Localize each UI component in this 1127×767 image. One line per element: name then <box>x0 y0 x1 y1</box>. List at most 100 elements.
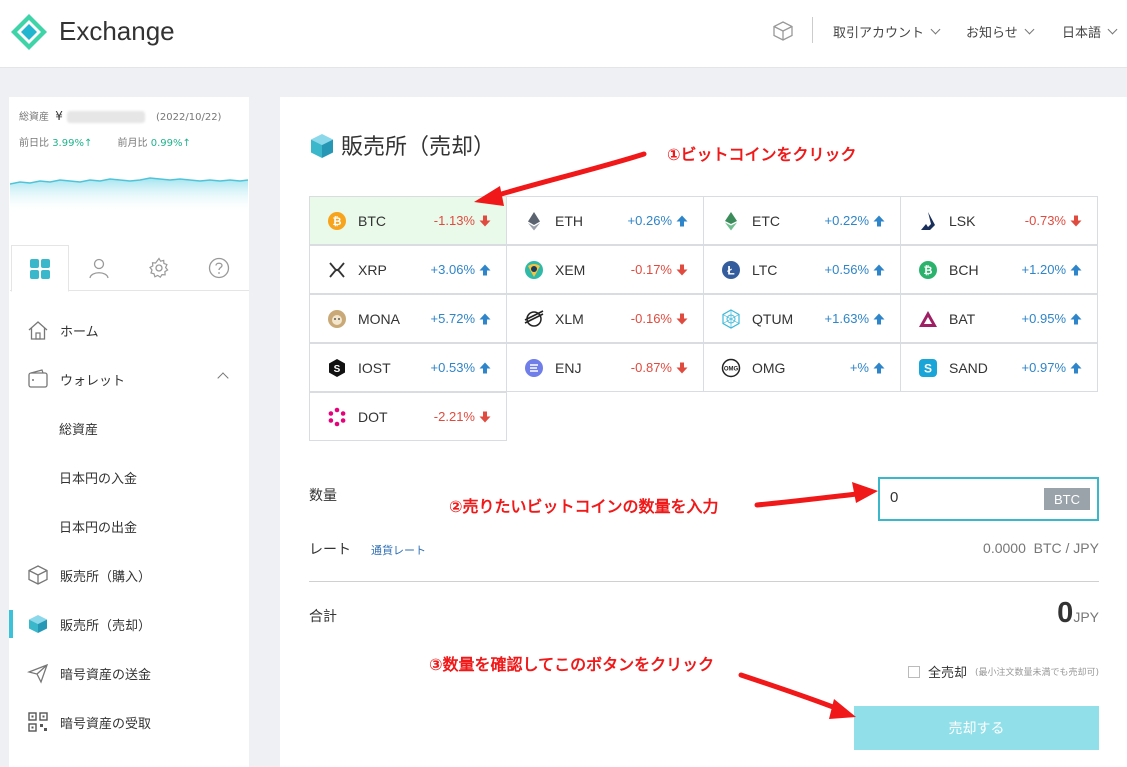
arrow-down-icon <box>676 264 703 276</box>
coin-cell-xlm[interactable]: XLM -0.16% <box>506 294 704 343</box>
sidebar-item-label: 日本円の入金 <box>59 471 138 487</box>
quantity-input[interactable]: 0 BTC <box>878 477 1099 521</box>
coin-cell-etc[interactable]: ETC +0.22% <box>703 196 901 245</box>
sidebar-item-label: ウォレット <box>60 373 126 389</box>
chevron-down-icon <box>1024 24 1035 34</box>
sidebar-item-sell[interactable]: 販売所（売却） <box>9 604 249 644</box>
language-menu[interactable]: 日本語 <box>1062 22 1118 41</box>
coin-cell-enj[interactable]: ENJ -0.87% <box>506 343 704 392</box>
coin-symbol: SAND <box>949 359 988 376</box>
sidebar-item-jpy-withdraw[interactable]: 日本円の出金 <box>9 506 249 546</box>
tab-account[interactable] <box>70 245 128 291</box>
sidebar-item-receive-crypto[interactable]: 暗号資産の受取 <box>9 702 249 742</box>
coin-symbol: ETH <box>555 212 583 229</box>
sidebar-item-home[interactable]: ホーム <box>9 310 249 350</box>
xlm-icon <box>524 309 544 329</box>
coin-symbol: XEM <box>555 261 586 278</box>
sell-button[interactable]: 売却する <box>854 706 1099 750</box>
coin-cell-qtum[interactable]: QTUM +1.63% <box>703 294 901 343</box>
coin-change: +0.95% <box>1021 311 1066 326</box>
iost-icon: S <box>327 358 347 378</box>
coin-cell-iost[interactable]: S IOST +0.53% <box>309 343 507 392</box>
news-menu[interactable]: お知らせ <box>966 22 1035 41</box>
sidebar-item-wallet[interactable]: ウォレット <box>9 359 249 399</box>
sidebar-item-total-assets[interactable]: 総資産 <box>9 408 249 448</box>
trading-account-menu[interactable]: 取引アカウント <box>833 22 941 41</box>
cube-solid-icon <box>26 612 50 636</box>
language-label: 日本語 <box>1062 26 1102 41</box>
coin-symbol: ETC <box>752 212 780 229</box>
coin-cell-omg[interactable]: OMG OMG +% <box>703 343 901 392</box>
coin-symbol: BAT <box>949 310 976 327</box>
coin-cell-xrp[interactable]: XRP +3.06% <box>309 245 507 294</box>
hidden-balance <box>66 111 145 123</box>
coin-change: +0.53% <box>430 360 475 375</box>
coin-cell-bch[interactable]: ₿ BCH +1.20% <box>900 245 1098 294</box>
coin-symbol: DOT <box>358 408 388 425</box>
coin-change: -0.87% <box>630 360 672 375</box>
user-icon <box>89 258 109 279</box>
top-header: Exchange 取引アカウント お知らせ 日本語 <box>0 0 1127 68</box>
coin-symbol: LTC <box>752 261 778 278</box>
total-currency: JPY <box>1073 609 1099 625</box>
qtum-icon <box>721 308 741 329</box>
sidebar-item-jpy-deposit[interactable]: 日本円の入金 <box>9 457 249 497</box>
grid-icon <box>30 258 50 279</box>
annotation-step3: ③数量を確認してこのボタンをクリック <box>429 655 715 674</box>
sand-icon: S <box>918 358 938 378</box>
gear-icon <box>149 257 169 279</box>
svg-text:S: S <box>924 361 932 375</box>
total-label: 合計 <box>309 609 337 625</box>
sell-all-option: 全売却 (最小注文数量未満でも売却可) <box>907 662 1099 681</box>
cube-icon[interactable] <box>772 20 794 42</box>
annotation-step2: ②売りたいビットコインの数量を入力 <box>449 497 719 516</box>
sell-all-label[interactable]: 全売却 <box>928 662 967 681</box>
total-assets-label: 総資産 <box>19 112 49 123</box>
chevron-up-icon[interactable] <box>217 372 229 384</box>
coin-change: -0.73% <box>1024 213 1066 228</box>
coin-cell-mona[interactable]: MONA +5.72% <box>309 294 507 343</box>
coin-cell-sand[interactable]: S SAND +0.97% <box>900 343 1098 392</box>
tab-dashboard[interactable] <box>11 245 69 292</box>
tab-settings[interactable] <box>130 245 188 291</box>
coin-cell-dot[interactable]: DOT -2.21% <box>309 392 507 441</box>
arrow-down-icon <box>479 411 506 423</box>
coin-symbol: BTC <box>358 212 386 229</box>
chevron-down-icon <box>1107 24 1118 34</box>
brand-name[interactable]: Exchange <box>59 16 175 47</box>
coin-change: +0.22% <box>824 213 869 228</box>
chevron-down-icon <box>930 24 941 34</box>
coin-symbol: QTUM <box>752 310 794 327</box>
qr-icon <box>26 710 50 734</box>
total-value: 0JPY <box>1057 597 1099 630</box>
coin-cell-bat[interactable]: BAT +0.95% <box>900 294 1098 343</box>
arrow-up-icon <box>873 264 900 276</box>
coin-symbol: MONA <box>358 310 400 327</box>
currency-rate-link[interactable]: 通貨レート <box>371 542 426 558</box>
coin-symbol: ENJ <box>555 359 582 376</box>
page-title: 販売所（売却） <box>341 135 496 160</box>
coin-cell-lsk[interactable]: LSK -0.73% <box>900 196 1098 245</box>
quantity-unit-badge: BTC <box>1044 488 1090 510</box>
sidebar-item-send-crypto[interactable]: 暗号資産の送金 <box>9 653 249 693</box>
coin-cell-btc[interactable]: ₿ BTC -1.13% <box>309 196 507 245</box>
bch-icon: ₿ <box>918 260 938 280</box>
sidebar-item-buy[interactable]: 販売所（購入） <box>9 555 249 595</box>
coin-cell-eth[interactable]: ETH +0.26% <box>506 196 704 245</box>
asset-sparkline <box>10 177 248 211</box>
omg-icon: OMG <box>721 358 741 378</box>
sidebar-item-label: 販売所（購入） <box>60 569 152 585</box>
sell-all-checkbox[interactable] <box>907 665 920 678</box>
exchange-logo-icon[interactable] <box>10 13 48 51</box>
coin-cell-ltc[interactable]: Ł LTC +0.56% <box>703 245 901 294</box>
sell-all-note: (最小注文数量未満でも売却可) <box>974 668 1099 678</box>
sidebar-item-label: 暗号資産の送金 <box>60 667 152 683</box>
home-icon <box>26 318 50 342</box>
month-change-label: 前月比 <box>117 138 148 149</box>
xrp-icon <box>327 260 347 280</box>
coin-cell-xem[interactable]: XEM -0.17% <box>506 245 704 294</box>
tab-help[interactable] <box>190 245 248 291</box>
arrow-down-icon <box>676 362 703 374</box>
divider <box>309 581 1099 582</box>
send-icon <box>26 661 50 685</box>
